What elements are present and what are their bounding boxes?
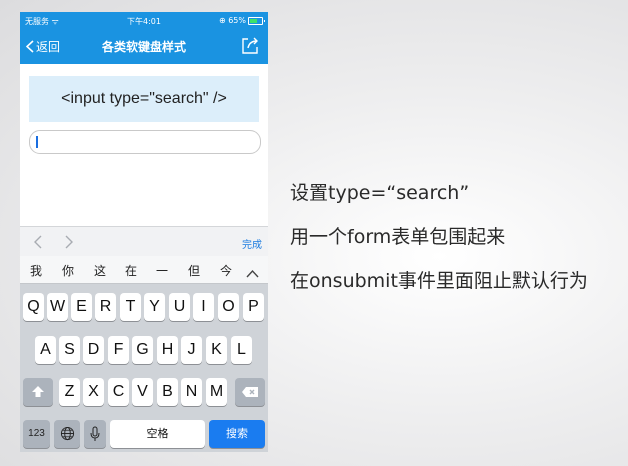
key-g[interactable]: G	[132, 336, 153, 364]
candidate-word[interactable]: 在	[121, 262, 141, 279]
microphone-key[interactable]	[84, 420, 106, 448]
key-e[interactable]: E	[71, 293, 92, 321]
navigation-bar: 返回 各类软键盘样式	[20, 30, 268, 64]
shift-arrow-icon	[32, 386, 44, 397]
chevron-right-icon	[65, 235, 73, 249]
key-w[interactable]: W	[47, 293, 68, 321]
status-bar: 无服务 ᯤ 下午4:01 ⊕ 65%	[20, 12, 268, 30]
note-line: 设置type=“search”	[290, 182, 470, 204]
search-key[interactable]: 搜索	[209, 420, 265, 448]
key-z[interactable]: Z	[59, 378, 80, 406]
key-f[interactable]: F	[108, 336, 129, 364]
key-j[interactable]: J	[181, 336, 202, 364]
key-x[interactable]: X	[83, 378, 104, 406]
key-u[interactable]: U	[169, 293, 190, 321]
text-caret	[36, 136, 38, 148]
candidate-word[interactable]: 一	[152, 262, 172, 279]
globe-key[interactable]	[54, 420, 80, 448]
space-key[interactable]: 空格	[110, 420, 205, 448]
page-title: 各类软键盘样式	[101, 40, 186, 54]
key-a[interactable]: A	[35, 336, 56, 364]
candidate-word[interactable]: 你	[58, 262, 78, 279]
key-n[interactable]: N	[181, 378, 202, 406]
note-line: 在onsubmit事件里面阻止默认行为	[290, 270, 588, 292]
share-icon	[242, 37, 258, 54]
key-s[interactable]: S	[59, 336, 80, 364]
top-bar: 无服务 ᯤ 下午4:01 ⊕ 65% 返回 各类软键盘样式	[20, 12, 268, 64]
slide-notes: 设置type=“search” 用一个form表单包围起来 在onsubmit事…	[290, 180, 588, 312]
candidate-word[interactable]: 但	[184, 262, 204, 279]
key-b[interactable]: B	[157, 378, 178, 406]
key-q[interactable]: Q	[23, 293, 44, 321]
key-l[interactable]: L	[231, 336, 252, 364]
expand-candidates-button[interactable]	[246, 263, 259, 282]
battery-label: ⊕ 65%	[218, 16, 246, 25]
microphone-icon	[90, 426, 100, 441]
candidate-word[interactable]: 这	[90, 262, 110, 279]
globe-icon	[60, 426, 74, 441]
candidate-word[interactable]: 今	[216, 262, 236, 279]
key-m[interactable]: M	[206, 378, 227, 406]
keyboard-accessory-bar: 完成	[20, 226, 268, 257]
key-r[interactable]: R	[95, 293, 116, 321]
done-button[interactable]: 完成	[242, 236, 262, 251]
numbers-key[interactable]: 123	[23, 420, 50, 448]
key-v[interactable]: V	[132, 378, 153, 406]
battery-icon	[248, 17, 265, 25]
key-t[interactable]: T	[120, 293, 141, 321]
note-line: 用一个form表单包围起来	[290, 226, 506, 248]
shift-key[interactable]	[23, 378, 53, 406]
code-sample: <input type="search" />	[29, 76, 259, 122]
phone-screen: 无服务 ᯤ 下午4:01 ⊕ 65% 返回 各类软键盘样式 <input typ…	[20, 12, 268, 452]
search-input[interactable]	[29, 130, 261, 154]
candidate-word[interactable]: 我	[26, 262, 46, 279]
delete-key[interactable]	[235, 378, 265, 406]
share-button[interactable]	[240, 35, 260, 59]
previous-field-button[interactable]	[33, 234, 42, 253]
key-c[interactable]: C	[108, 378, 129, 406]
chevron-left-icon	[34, 235, 42, 249]
next-field-button[interactable]	[65, 234, 74, 253]
key-y[interactable]: Y	[144, 293, 165, 321]
key-k[interactable]: K	[206, 336, 227, 364]
chevron-up-icon	[246, 269, 259, 278]
key-d[interactable]: D	[83, 336, 104, 364]
key-i[interactable]: I	[193, 293, 214, 321]
key-p[interactable]: P	[243, 293, 264, 321]
key-h[interactable]: H	[157, 336, 178, 364]
backspace-icon	[242, 387, 258, 397]
candidate-bar: 我 你 这 在 一 但 今	[20, 256, 268, 284]
key-o[interactable]: O	[218, 293, 239, 321]
keyboard: 我 你 这 在 一 但 今 Q W E R T Y U I O P A S D …	[20, 256, 268, 452]
